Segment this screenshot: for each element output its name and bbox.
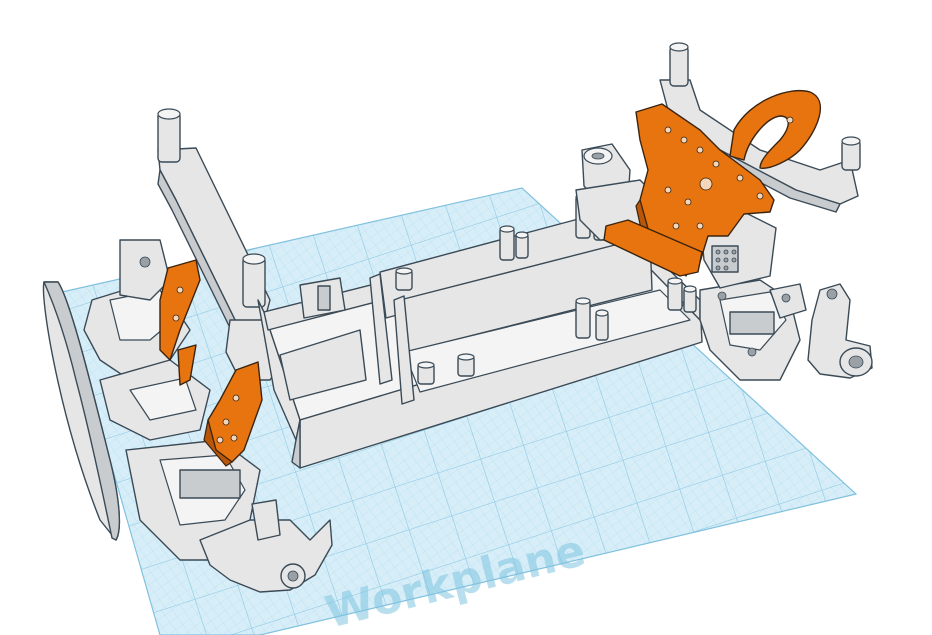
rear-orange-wing-mount[interactable] [729,90,821,169]
rear-hub[interactable] [807,283,873,379]
3d-viewport[interactable]: Workplane [0,0,932,635]
scene-svg[interactable]: Workplane [0,0,932,635]
